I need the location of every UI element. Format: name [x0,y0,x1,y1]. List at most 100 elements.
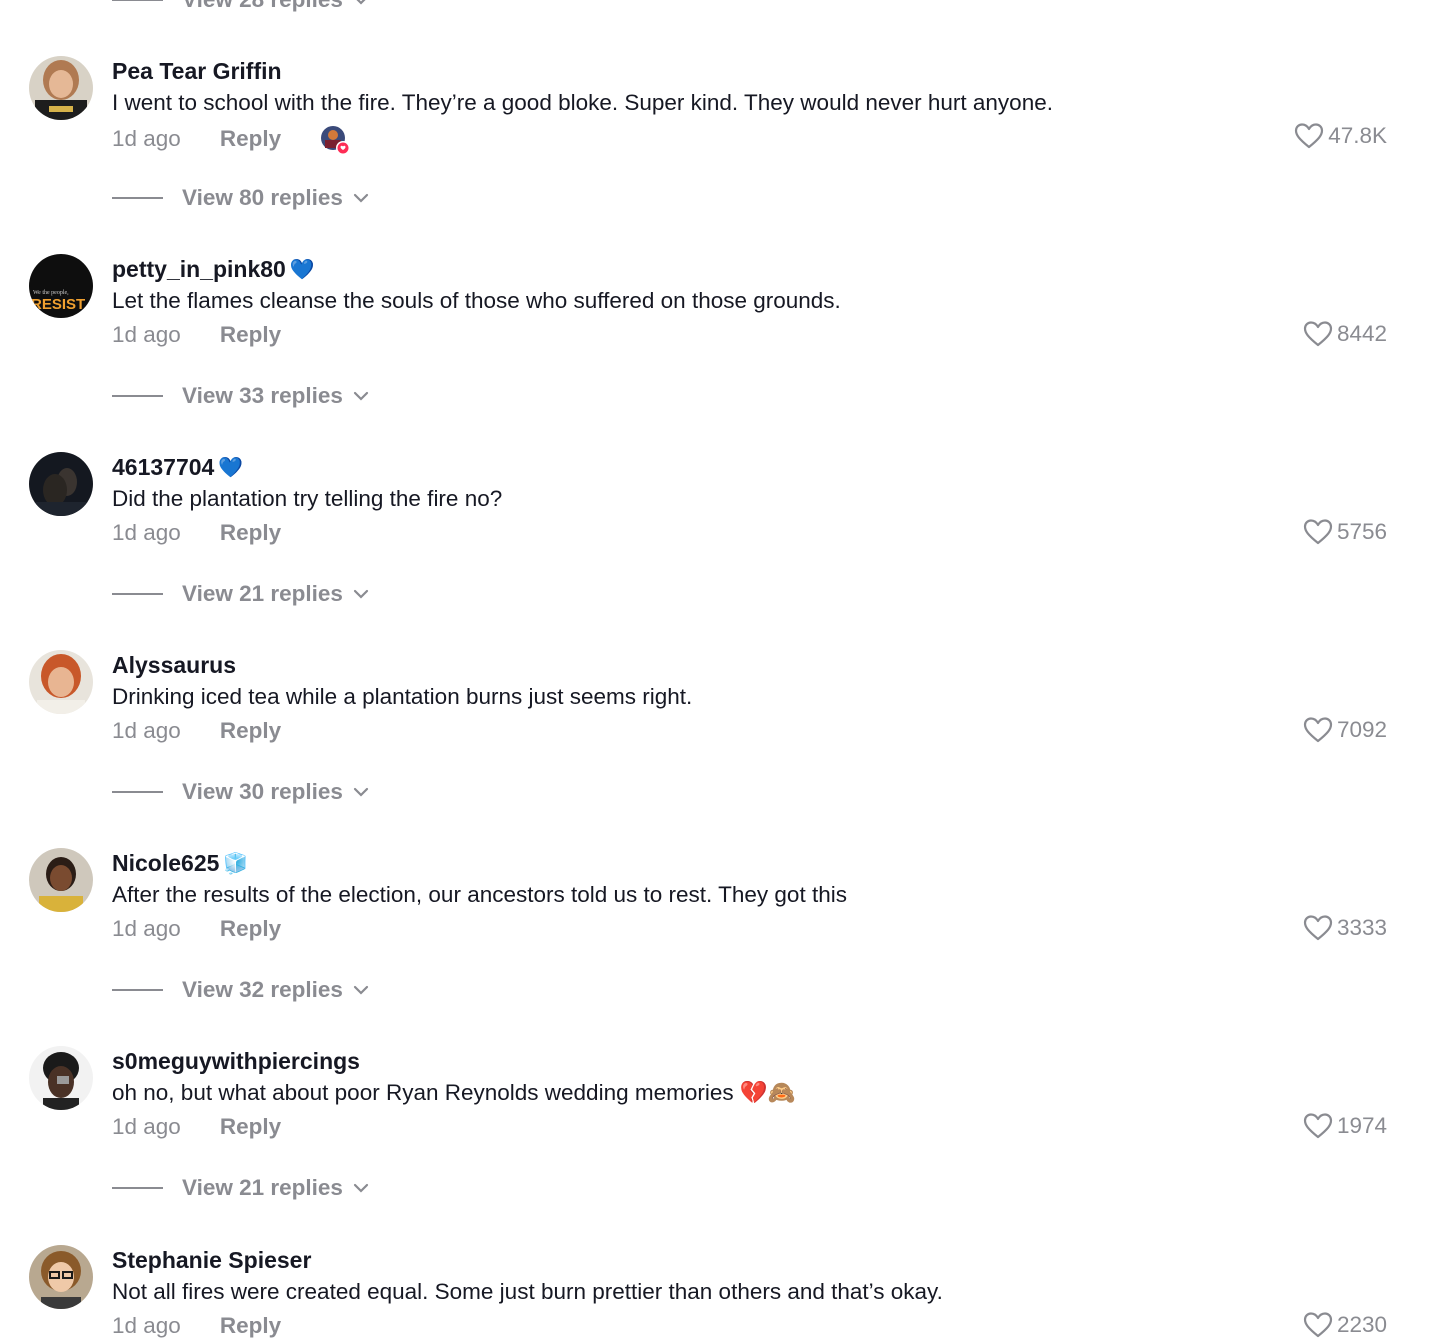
reply-button[interactable]: Reply [220,1313,281,1339]
chevron-down-icon [356,0,366,5]
view-replies-button[interactable]: View 21 replies [112,1175,369,1201]
reply-button[interactable]: Reply [220,1114,281,1140]
divider-line [112,395,163,397]
reply-button[interactable]: Reply [220,520,281,546]
comment-text: oh no, but what about poor Ryan Reynolds… [112,1080,796,1105]
comment-username[interactable]: petty_in_pink80 💙 [112,256,315,283]
view-replies-label: View 30 replies [182,779,343,804]
comment-time: 1d ago [112,520,181,545]
comment-time: 1d ago [112,126,181,151]
reply-button[interactable]: Reply [220,916,281,942]
comment-meta: 1d ago Reply [112,520,281,546]
like-count: 8442 [1336,321,1387,346]
view-replies-button[interactable]: View 28 replies [112,0,369,14]
heart-icon [1295,123,1324,149]
chevron-down-icon [353,1183,369,1193]
view-replies-label: View 28 replies [182,0,343,13]
comment-text: Did the plantation try telling the fire … [112,486,503,511]
avatar[interactable] [29,650,93,714]
chevron-down-icon [353,193,369,203]
divider-line [112,1187,163,1189]
heart-icon [1303,519,1333,545]
heart-icon [1303,717,1333,743]
view-replies-label: View 21 replies [182,1175,343,1200]
view-replies-label: View 32 replies [182,977,343,1002]
svg-text:RESIST: RESIST [31,296,85,313]
comment-meta: 1d ago Reply [112,322,281,348]
like-count: 5756 [1336,519,1387,544]
comment-text: Not all fires were created equal. Some j… [112,1279,943,1304]
blue-heart-badge: 💙 [289,258,315,281]
view-replies-button[interactable]: View 32 replies [112,977,369,1003]
like-count: 7092 [1336,717,1387,742]
comment-time: 1d ago [112,916,181,941]
comment-item: We the people, RESIST petty_in_pink80 💙 … [0,254,1456,452]
comment-text: Let the flames cleanse the souls of thos… [112,288,841,313]
like-button[interactable]: 8442 [1303,320,1387,348]
view-replies-button[interactable]: View 30 replies [112,779,369,805]
view-replies-button[interactable]: View 21 replies [112,581,369,607]
comment-item: Stephanie Spieser Not all fires were cre… [0,1245,1456,1338]
like-count: 1974 [1336,1113,1387,1138]
like-button[interactable]: 2230 [1303,1311,1387,1339]
comment-meta: 1d ago Reply [112,124,351,155]
divider-line [112,0,163,1]
divider-line [112,197,163,199]
heart-icon [1303,915,1333,941]
divider-line [112,791,163,793]
heart-icon [1303,1312,1333,1338]
comment-item: Nicole625 🧊 After the results of the ele… [0,848,1456,1046]
ice-cube-badge: 🧊 [223,852,249,875]
reply-button[interactable]: Reply [220,718,281,744]
view-replies-label: View 21 replies [182,581,343,606]
divider-line [112,989,163,991]
comment-meta: 1d ago Reply [112,1313,281,1339]
comment-item: Alyssaurus Drinking iced tea while a pla… [0,650,1456,848]
like-button[interactable]: 7092 [1303,716,1387,744]
heart-icon [1303,321,1333,347]
view-replies-button[interactable]: View 33 replies [112,383,369,409]
chevron-down-icon [353,985,369,995]
comment-username[interactable]: Nicole625 🧊 [112,850,248,877]
view-replies-label: View 33 replies [182,383,343,408]
creator-liked-badge [319,124,351,155]
comment-meta: 1d ago Reply [112,916,281,942]
reply-button[interactable]: Reply [220,126,281,152]
comment-item: Pea Tear Griffin I went to school with t… [0,56,1456,254]
reply-button[interactable]: Reply [220,322,281,348]
like-button[interactable]: 5756 [1303,518,1387,546]
chevron-down-icon [353,391,369,401]
comment-time: 1d ago [112,1313,181,1338]
blue-heart-badge: 💙 [218,456,244,479]
avatar[interactable] [29,56,93,120]
comment-time: 1d ago [112,718,181,743]
comment-username[interactable]: 46137704 💙 [112,454,243,481]
comment-text: Drinking iced tea while a plantation bur… [112,684,693,709]
comment-item: 46137704 💙 Did the plantation try tellin… [0,452,1456,650]
avatar[interactable]: We the people, RESIST [29,254,93,318]
view-replies-button[interactable]: View 80 replies [112,185,369,211]
comment-username[interactable]: Alyssaurus [112,652,236,679]
comment-username[interactable]: Stephanie Spieser [112,1247,311,1274]
comment-text: I went to school with the fire. They’re … [112,90,1053,115]
avatar[interactable] [29,1245,93,1309]
divider-line [112,593,163,595]
like-button[interactable]: 1974 [1303,1112,1387,1140]
view-replies-label: View 80 replies [182,185,343,210]
like-count: 2230 [1336,1312,1387,1337]
avatar[interactable] [29,452,93,516]
avatar[interactable] [29,848,93,912]
comment-meta: 1d ago Reply [112,1114,281,1140]
comment-meta: 1d ago Reply [112,718,281,744]
comment-item: s0meguywithpiercings oh no, but what abo… [0,1046,1456,1244]
comment-time: 1d ago [112,322,181,347]
comment-username[interactable]: s0meguywithpiercings [112,1048,360,1075]
like-button[interactable]: 47.8K [1294,122,1387,150]
like-button[interactable]: 3333 [1303,914,1387,942]
comment-username[interactable]: Pea Tear Griffin [112,58,282,85]
comment-time: 1d ago [112,1114,181,1139]
avatar[interactable] [29,1046,93,1110]
heart-icon [1303,1113,1333,1139]
chevron-down-icon [353,589,369,599]
chevron-down-icon [353,787,369,797]
